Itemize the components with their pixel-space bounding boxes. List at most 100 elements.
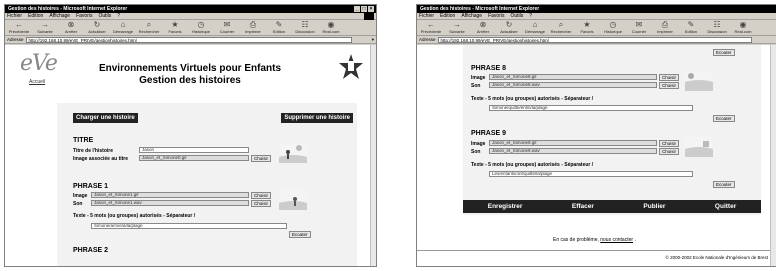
phrase9-son-input[interactable]: Jason_et_Simone9.wav xyxy=(489,148,657,154)
maximize-button[interactable]: □ xyxy=(361,6,367,12)
mail-button[interactable]: ✉ Courrier xyxy=(215,20,239,34)
print-button[interactable]: ⎙ Imprimer xyxy=(653,20,677,34)
address-input[interactable]: http://192.168.10.99/eVE_PRIVE/gestionhi… xyxy=(437,36,752,43)
phrase2-heading: PHRASE 2 xyxy=(73,247,109,254)
charger-histoire-button[interactable]: Charger une histoire xyxy=(73,113,138,123)
search-button[interactable]: ⌕ Rechercher xyxy=(137,20,161,34)
back-arrow-icon: ← xyxy=(15,20,23,29)
choisir-button[interactable]: Choisir xyxy=(251,155,272,162)
contact-link[interactable]: nous contacter xyxy=(600,237,633,243)
discuss-icon: ☷ xyxy=(301,20,309,29)
stop-button[interactable]: ⊗ Arrêter xyxy=(471,20,495,34)
forward-button[interactable]: → Suivante xyxy=(445,20,469,34)
vertical-scrollbar[interactable] xyxy=(770,45,776,266)
menu-help[interactable]: ? xyxy=(529,13,532,19)
go-dropdown-icon[interactable]: ▾ xyxy=(372,37,374,43)
favorites-icon: ★ xyxy=(583,20,591,29)
search-icon: ⌕ xyxy=(146,20,152,29)
accueil-link[interactable]: Accueil xyxy=(29,79,45,85)
titre-input[interactable]: Jason xyxy=(139,147,249,153)
image-associee-input[interactable]: Jason_et_Simone0.gif xyxy=(139,155,249,161)
phrase8-texte-input[interactable]: Simone/quitte/enfin/la/plage xyxy=(489,105,693,111)
page-viewport: Ecouter PHRASE 8 Image Jason_et_Simone8.… xyxy=(417,45,776,266)
son-label: Son xyxy=(471,83,481,89)
close-button[interactable]: × xyxy=(368,6,374,12)
menu-affichage[interactable]: Affichage xyxy=(461,13,482,19)
page-viewport: eVe Accueil Environnements Virtuels pour… xyxy=(5,45,376,266)
mail-icon: ✉ xyxy=(223,20,231,29)
effacer-button[interactable]: Effacer xyxy=(572,203,594,210)
publier-button[interactable]: Publier xyxy=(643,203,665,210)
choisir-image-button-9[interactable]: Choisir xyxy=(659,140,680,147)
menu-fichier[interactable]: Fichier xyxy=(419,13,434,19)
history-button[interactable]: ◷ Historique xyxy=(601,20,625,34)
phrase9-texte-input[interactable]: Les/enfants/ont/quitté/la/plage xyxy=(489,171,693,177)
history-icon: ◷ xyxy=(609,20,617,29)
print-icon: ⎙ xyxy=(661,20,669,29)
print-button[interactable]: ⎙ Imprimer xyxy=(241,20,265,34)
choisir-son-button[interactable]: Choisir xyxy=(251,200,272,207)
choisir-image-button[interactable]: Choisir xyxy=(659,74,680,81)
edit-button[interactable]: ✎ Edition xyxy=(267,20,291,34)
print-icon: ⎙ xyxy=(249,20,257,29)
choisir-image-button[interactable]: Choisir xyxy=(251,192,272,199)
ecouter-button-top[interactable]: Ecouter xyxy=(713,49,735,56)
choisir-son-button[interactable]: Choisir xyxy=(659,82,680,89)
phrase9-heading: PHRASE 9 xyxy=(471,130,507,137)
menu-bar: Fichier Edition Affichage Favoris Outils… xyxy=(5,13,376,20)
menu-edition[interactable]: Edition xyxy=(440,13,455,19)
menu-outils[interactable]: Outils xyxy=(510,13,523,19)
menu-outils[interactable]: Outils xyxy=(98,13,111,19)
search-button[interactable]: ⌕ Rechercher xyxy=(549,20,573,34)
phrase8-image-input[interactable]: Jason_et_Simone8.gif xyxy=(489,74,657,80)
edit-icon: ✎ xyxy=(275,20,283,29)
discuss-button[interactable]: ☷ Discussion xyxy=(705,20,729,34)
phrase1-texte-input[interactable]: Simone/arrive/a/la/plage xyxy=(91,223,287,229)
toolbar: ← Précédente → Suivante ⊗ Arrêter ↻ Actualis… xyxy=(417,20,776,36)
refresh-button[interactable]: ↻ Actualiser xyxy=(85,20,109,34)
favorites-button[interactable]: ★ Favoris xyxy=(575,20,599,34)
history-button[interactable]: ◷ Historique xyxy=(189,20,213,34)
refresh-button[interactable]: ↻ Actualiser xyxy=(497,20,521,34)
phrase9-image-input[interactable]: Jason_et_Simone9.gif xyxy=(489,140,657,146)
quitter-button[interactable]: Quitter xyxy=(715,203,736,210)
realcom-button[interactable]: ◉ Real.com xyxy=(319,20,343,34)
minimize-button[interactable]: _ xyxy=(354,6,360,12)
edit-button[interactable]: ✎ Edition xyxy=(679,20,703,34)
texte-label: Texte - 5 mots (ou groupes) autorisés - … xyxy=(471,96,594,102)
choisir-son-button-9[interactable]: Choisir xyxy=(659,148,680,155)
menu-favoris[interactable]: Favoris xyxy=(76,13,92,19)
menu-fichier[interactable]: Fichier xyxy=(7,13,22,19)
discuss-button[interactable]: ☷ Discussion xyxy=(293,20,317,34)
mail-button[interactable]: ✉ Courrier xyxy=(627,20,651,34)
window-title: Gestion des histoires - Microsoft Intern… xyxy=(8,6,128,12)
home-icon: ⌂ xyxy=(120,20,126,29)
menu-affichage[interactable]: Affichage xyxy=(49,13,70,19)
browser-window-left: Gestion des histoires - Microsoft Intern… xyxy=(4,4,377,267)
stop-button[interactable]: ⊗ Arrêter xyxy=(59,20,83,34)
ecouter-button-8[interactable]: Ecouter xyxy=(713,115,735,122)
window-title: Gestion des histoires - Microsoft Intern… xyxy=(420,6,540,12)
supprimer-histoire-button[interactable]: Supprimer une histoire xyxy=(281,113,353,123)
home-button[interactable]: ⌂ Démarrage xyxy=(523,20,547,34)
favorites-button[interactable]: ★ Favoris xyxy=(163,20,187,34)
refresh-icon: ↻ xyxy=(93,20,101,29)
ecouter-button-9[interactable]: Ecouter xyxy=(713,181,735,188)
address-input[interactable]: http://192.168.10.99/eVE_PRIVE/gestionhi… xyxy=(25,36,352,43)
ecouter-button[interactable]: Ecouter xyxy=(289,231,311,238)
son-label-9: Son xyxy=(471,149,481,155)
back-button[interactable]: ← Précédente xyxy=(7,20,31,34)
copyright: © 2000-2002 Ecole Nationale d'Ingénieurs… xyxy=(665,255,769,260)
phrase1-son-input[interactable]: Jason_et_Simone1.wav xyxy=(91,200,249,206)
home-button[interactable]: ⌂ Démarrage xyxy=(111,20,135,34)
back-button[interactable]: ← Précédente xyxy=(419,20,443,34)
menu-favoris[interactable]: Favoris xyxy=(488,13,504,19)
realcom-button[interactable]: ◉ Real.com xyxy=(731,20,755,34)
menu-help[interactable]: ? xyxy=(117,13,120,19)
phrase1-image-input[interactable]: Jason_et_Simone1.gif xyxy=(91,192,249,198)
vertical-scrollbar[interactable] xyxy=(370,45,376,266)
phrase8-son-input[interactable]: Jason_et_Simone8.wav xyxy=(489,82,657,88)
enregistrer-button[interactable]: Enregistrer xyxy=(488,203,523,210)
forward-button[interactable]: → Suivante xyxy=(33,20,57,34)
menu-edition[interactable]: Edition xyxy=(28,13,43,19)
